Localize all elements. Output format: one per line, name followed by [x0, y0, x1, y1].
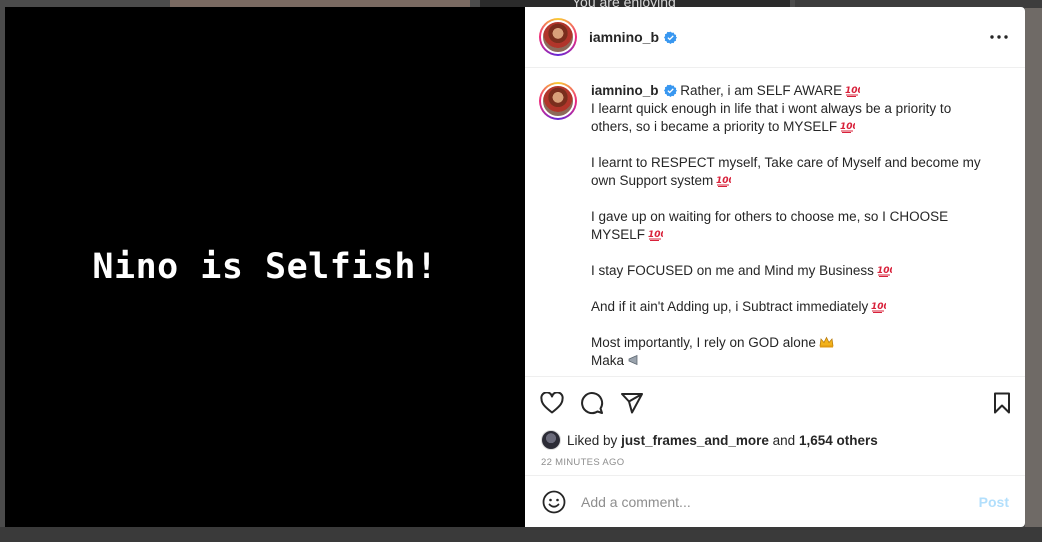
post-modal: Nino is Selfish! iamnino_b iamnino_b Rat…: [5, 7, 1025, 527]
likes-count-link[interactable]: 1,654 others: [799, 433, 878, 448]
verified-badge-icon: [664, 31, 678, 44]
send-icon: [621, 392, 643, 413]
post-media[interactable]: Nino is Selfish!: [5, 7, 525, 527]
bookmark-icon: [994, 392, 1010, 413]
comment-button[interactable]: [579, 390, 605, 416]
caption-paragraph: I stay FOCUSED on me and Mind my Busines…: [591, 263, 874, 278]
header-username-link[interactable]: iamnino_b: [589, 29, 678, 45]
post-actions: [525, 376, 1025, 428]
likes-section: Liked by just_frames_and_more and 1,654 …: [525, 428, 1025, 468]
like-button[interactable]: [539, 390, 565, 416]
comments-section[interactable]: iamnino_b Rather, i am SELF AWARE100 I l…: [525, 68, 1025, 376]
username-text: iamnino_b: [589, 29, 660, 45]
comment-icon: [581, 391, 604, 414]
more-horizontal-icon: [990, 35, 1008, 39]
megaphone-emoji-icon: [628, 354, 638, 366]
post-caption: iamnino_b Rather, i am SELF AWARE100 I l…: [591, 82, 991, 376]
caption-paragraph: Most importantly, I rely on GOD alone: [591, 335, 816, 350]
smiley-icon: [542, 490, 566, 513]
caption-paragraph: I learnt quick enough in life that i won…: [591, 101, 952, 134]
post-comment-button[interactable]: Post: [979, 494, 1009, 510]
liker-avatar[interactable]: [541, 430, 561, 450]
emoji-picker-button[interactable]: [541, 489, 567, 515]
hundred-points-emoji-icon: 100: [845, 86, 860, 97]
hundred-points-emoji-icon: 100: [877, 266, 892, 277]
post-timestamp[interactable]: 22 minutes ago: [541, 457, 1011, 468]
liker-username-link[interactable]: just_frames_and_more: [621, 433, 769, 448]
likes-conjunction: and: [772, 432, 796, 448]
post-header: iamnino_b: [525, 7, 1025, 68]
caption-paragraph: And if it ain't Adding up, i Subtract im…: [591, 299, 869, 314]
avatar[interactable]: [539, 18, 577, 56]
avatar[interactable]: [539, 82, 577, 120]
post-details-panel: iamnino_b iamnino_b Rather, i am SELF AW…: [525, 7, 1025, 527]
caption-paragraph: Maka: [591, 353, 625, 368]
caption-paragraph: I gave up on waiting for others to choos…: [591, 209, 949, 242]
save-button[interactable]: [989, 390, 1015, 416]
media-caption: Nino is Selfish!: [92, 247, 438, 287]
likes-prefix: Liked by: [567, 432, 618, 448]
hundred-points-emoji-icon: 100: [648, 230, 663, 241]
comment-form: Post: [525, 475, 1025, 527]
crown-emoji-icon: [819, 336, 834, 348]
caption-paragraph: I learnt to RESPECT myself, Take care of…: [591, 155, 981, 188]
feed-thumbnail: [0, 527, 1042, 542]
caption-username-link[interactable]: iamnino_b: [591, 83, 659, 98]
comment-input[interactable]: [581, 493, 979, 510]
hundred-points-emoji-icon: 100: [716, 176, 731, 187]
heart-icon: [540, 391, 564, 413]
verified-badge-icon: [663, 84, 677, 97]
caption-text: Rather, i am SELF AWARE: [680, 83, 843, 98]
share-button[interactable]: [619, 390, 645, 416]
hundred-points-emoji-icon: 100: [840, 122, 855, 133]
feed-thumbnail: [1025, 8, 1042, 528]
more-options-button[interactable]: [985, 23, 1013, 51]
hundred-points-emoji-icon: 100: [871, 302, 886, 313]
